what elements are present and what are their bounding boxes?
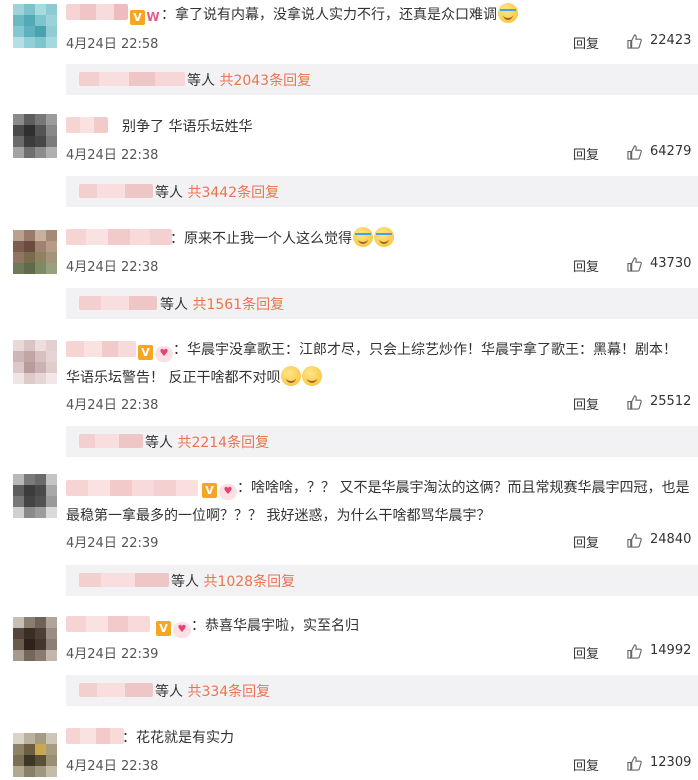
avatar[interactable] xyxy=(13,474,57,518)
replier-names-blurred xyxy=(79,296,157,310)
reply-button[interactable]: 回复 xyxy=(573,33,599,52)
sub-replies-label: 等人 共1561条回复 xyxy=(160,297,285,313)
comment-text: ：花花就是有实力 xyxy=(122,730,234,746)
comment-text: ：原来不止我一个人这么觉得 xyxy=(170,231,352,247)
thumbs-up-icon[interactable] xyxy=(627,145,642,160)
like-count: 24840 xyxy=(650,532,692,547)
comment-text: 啥啥啥，？？ 又不是华晨宇淘汰的这俩？而且常规赛华晨宇四冠，也是最稳第一拿最多的… xyxy=(66,480,690,524)
replier-names-blurred xyxy=(79,434,143,448)
thumbs-up-icon[interactable] xyxy=(627,533,642,548)
comment-item: ：原来不止我一个人这么觉得 4月24日 22:38 回复 43730 等人 共1… xyxy=(0,224,698,336)
sub-replies-box[interactable]: 等人 共1561条回复 xyxy=(66,288,698,319)
replier-names-blurred xyxy=(79,683,153,697)
thumbs-up-icon[interactable] xyxy=(627,257,642,272)
avatar[interactable] xyxy=(13,733,57,777)
comment-text-line: V ♥ ：啥啥啥，？？ 又不是华晨宇淘汰的这俩？而且常规赛华晨宇四冠，也是最稳第一拿… xyxy=(66,480,690,524)
comment-date: 4月24日 22:38 xyxy=(66,759,159,774)
reply-button[interactable]: 回复 xyxy=(573,256,599,275)
comment-text-line: V ♥ ：恭喜华晨宇啦，实至名归 xyxy=(66,612,690,640)
comment-date: 4月24日 22:58 xyxy=(66,37,159,52)
member-w-icon: W xyxy=(146,10,160,24)
sub-replies-label: 等人 共3442条回复 xyxy=(155,185,280,201)
like-count: 25512 xyxy=(650,394,692,409)
sub-replies-label: 等人 共1028条回复 xyxy=(171,574,296,590)
thumbs-up-icon[interactable] xyxy=(627,34,642,49)
sub-replies-box[interactable]: 等人 共2043条回复 xyxy=(66,64,698,95)
comment-date: 4月24日 22:39 xyxy=(66,647,159,662)
member-level-icon: ♥ xyxy=(219,484,237,500)
verified-v-icon: V xyxy=(202,483,217,498)
comment-item: V W：拿了说有内幕，没拿说人实力不行，还真是众口难调 4月24日 22:58 回… xyxy=(0,0,698,112)
sub-replies-count-link[interactable]: 共1561条回复 xyxy=(192,297,284,313)
sub-replies-box[interactable]: 等人 共1028条回复 xyxy=(66,565,698,596)
comment-item: V ♥ ：恭喜华晨宇啦，实至名归 4月24日 22:39 回复 14992 等人 共… xyxy=(0,611,698,723)
sub-replies-count-link[interactable]: 共334条回复 xyxy=(187,684,270,700)
thinking-emoji xyxy=(281,366,302,386)
comment-text: 拿了说有内幕，没拿说人实力不行，还真是众口难调 xyxy=(175,7,497,23)
sub-replies-box[interactable]: 等人 共334条回复 xyxy=(66,675,698,706)
like-count: 43730 xyxy=(650,256,692,271)
thinking-emoji xyxy=(302,366,323,386)
comment-item: V ♥ ：华晨宇没拿歌王：江郎才尽，只会上综艺炒作！华晨宇拿了歌王：黑幕！剧本！华语… xyxy=(0,336,698,474)
laugh-cry-emoji xyxy=(498,3,518,23)
avatar[interactable] xyxy=(13,617,57,661)
comment-item: ：花花就是有实力 4月24日 22:38 回复 12309 xyxy=(0,723,698,780)
replier-names-blurred xyxy=(79,573,169,587)
replier-names-blurred xyxy=(79,72,185,86)
laugh-cry-emoji xyxy=(353,227,373,247)
comment-date: 4月24日 22:38 xyxy=(66,148,159,163)
replier-names-blurred xyxy=(79,184,153,198)
comment-text-line: V ♥ ：华晨宇没拿歌王：江郎才尽，只会上综艺炒作！华晨宇拿了歌王：黑幕！剧本！华语… xyxy=(66,342,677,386)
like-count: 22423 xyxy=(650,33,692,48)
like-count: 64279 xyxy=(650,144,692,159)
sub-replies-box[interactable]: 等人 共3442条回复 xyxy=(66,176,698,207)
sub-replies-count-link[interactable]: 共2043条回复 xyxy=(219,73,311,89)
comment-text-line: ：花花就是有实力 xyxy=(66,724,690,752)
member-level-icon: ♥ xyxy=(155,346,173,362)
like-count: 14992 xyxy=(650,643,692,658)
avatar[interactable] xyxy=(13,4,57,48)
sub-replies-count-link[interactable]: 共3442条回复 xyxy=(187,185,279,201)
verified-v-icon: V xyxy=(156,621,171,636)
comment-item: V ♥ ：啥啥啥，？？ 又不是华晨宇淘汰的这俩？而且常规赛华晨宇四冠，也是最稳第一拿… xyxy=(0,474,698,611)
comment-text: 别争了 华语乐坛姓华 xyxy=(122,119,253,135)
thumbs-up-icon[interactable] xyxy=(627,644,642,659)
member-level-icon: ♥ xyxy=(173,622,191,638)
reply-button[interactable]: 回复 xyxy=(573,755,599,774)
thumbs-up-icon[interactable] xyxy=(627,756,642,771)
verified-v-icon: V xyxy=(130,10,145,25)
comment-date: 4月24日 22:38 xyxy=(66,260,159,275)
comment-date: 4月24日 22:39 xyxy=(66,536,159,551)
reply-button[interactable]: 回复 xyxy=(573,643,599,662)
sub-replies-count-link[interactable]: 共1028条回复 xyxy=(203,574,295,590)
thumbs-up-icon[interactable] xyxy=(627,395,642,410)
verified-v-icon: V xyxy=(138,345,153,360)
avatar[interactable] xyxy=(13,230,57,274)
laugh-cry-emoji xyxy=(374,227,394,247)
sub-replies-label: 等人 共334条回复 xyxy=(155,684,271,700)
comment-text-line: V W：拿了说有内幕，没拿说人实力不行，还真是众口难调 xyxy=(66,1,690,29)
sub-replies-label: 等人 共2043条回复 xyxy=(187,73,312,89)
comment-text-line: 别争了 华语乐坛姓华 xyxy=(66,113,690,141)
comment-text-line: ：原来不止我一个人这么觉得 xyxy=(66,225,690,253)
reply-button[interactable]: 回复 xyxy=(573,394,599,413)
avatar[interactable] xyxy=(13,114,57,158)
comment-item: 别争了 华语乐坛姓华 4月24日 22:38 回复 64279 等人 共3442… xyxy=(0,112,698,224)
reply-button[interactable]: 回复 xyxy=(573,532,599,551)
sub-replies-label: 等人 共2214条回复 xyxy=(145,435,270,451)
sub-replies-count-link[interactable]: 共2214条回复 xyxy=(177,435,269,451)
reply-button[interactable]: 回复 xyxy=(573,144,599,163)
like-count: 12309 xyxy=(650,755,692,770)
sub-replies-box[interactable]: 等人 共2214条回复 xyxy=(66,426,698,457)
avatar[interactable] xyxy=(13,340,57,384)
comment-date: 4月24日 22:38 xyxy=(66,398,159,413)
comment-text: ：恭喜华晨宇啦，实至名归 xyxy=(191,618,359,634)
